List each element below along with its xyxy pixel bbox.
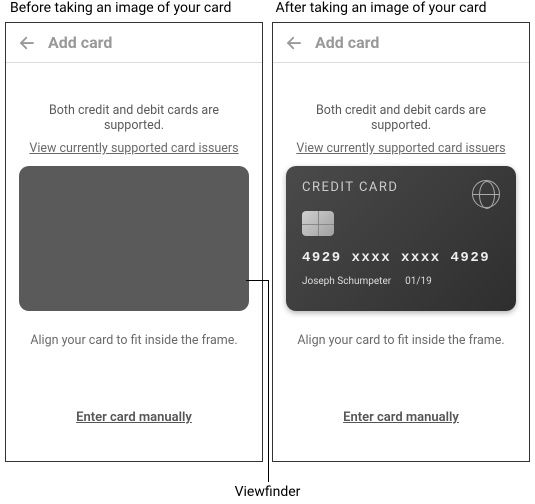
card-network-icon bbox=[472, 180, 500, 208]
cardholder-name: Joseph Schumpeter bbox=[302, 276, 391, 287]
app-header: Add card bbox=[273, 23, 529, 63]
support-text: Both credit and debit cards are supporte… bbox=[18, 103, 250, 133]
phone-before: Add card Both credit and debit cards are… bbox=[5, 22, 263, 462]
page-title: Add card bbox=[315, 33, 379, 52]
phone-after: Add card Both credit and debit cards are… bbox=[272, 22, 530, 462]
card-type-label: CREDIT CARD bbox=[302, 180, 500, 195]
caption-after: After taking an image of your card bbox=[267, 0, 525, 16]
enter-manually-link[interactable]: Enter card manually bbox=[343, 410, 459, 425]
issuers-link[interactable]: View currently supported card issuers bbox=[296, 141, 505, 156]
align-instruction: Align your card to fit inside the frame. bbox=[30, 333, 237, 348]
camera-viewfinder bbox=[19, 166, 249, 311]
card-expiry: 01/19 bbox=[405, 276, 432, 287]
issuers-link[interactable]: View currently supported card issuers bbox=[29, 141, 238, 156]
align-instruction: Align your card to fit inside the frame. bbox=[297, 333, 504, 348]
card-chip-icon bbox=[302, 211, 334, 236]
back-arrow-icon[interactable] bbox=[285, 34, 303, 52]
page-title: Add card bbox=[48, 33, 112, 52]
card-number: 4929 xxxx xxxx 4929 bbox=[302, 250, 500, 266]
caption-before: Before taking an image of your card bbox=[10, 0, 267, 16]
back-arrow-icon[interactable] bbox=[18, 34, 36, 52]
captured-card: CREDIT CARD 4929 xxxx xxxx 4929 Joseph S… bbox=[286, 166, 516, 311]
enter-manually-link[interactable]: Enter card manually bbox=[76, 410, 192, 425]
viewfinder-annotation: Viewfinder bbox=[235, 484, 301, 500]
app-header: Add card bbox=[6, 23, 262, 63]
support-text: Both credit and debit cards are supporte… bbox=[285, 103, 517, 133]
